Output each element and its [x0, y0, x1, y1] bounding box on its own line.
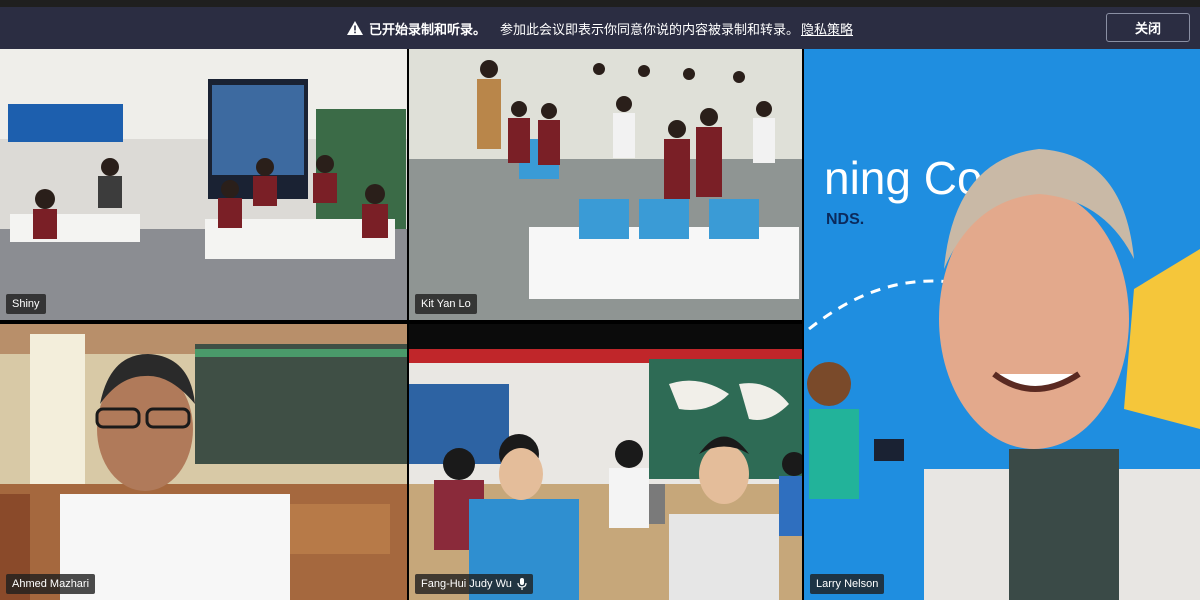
mic-icon: [517, 578, 527, 590]
recording-title: 已开始录制和听录。: [368, 21, 486, 37]
speaker-video-feed: ning Co tion NDS.: [804, 49, 1200, 600]
video-tile-larry-nelson[interactable]: ning Co tion NDS. Larry Nelson: [804, 49, 1200, 600]
participant-name-tag: Fang-Hui Judy Wu: [415, 574, 533, 594]
recording-banner: 已开始录制和听录。 参加此会议即表示你同意你说的内容被录制和转录。 隐私策略 关…: [0, 7, 1200, 49]
window-top-strip: [0, 0, 1200, 7]
participant-name: Shiny: [12, 298, 40, 310]
participant-name-tag: Kit Yan Lo: [415, 294, 477, 314]
classroom-video-feed: [0, 49, 407, 320]
video-tile-ahmed-mazhari[interactable]: Ahmed Mazhari: [0, 324, 407, 600]
participant-name: Larry Nelson: [816, 578, 879, 590]
speaker-video-feed: [0, 324, 407, 600]
students-video-feed: [409, 49, 802, 320]
privacy-policy-link[interactable]: 隐私策略: [801, 19, 853, 38]
participant-name-tag: Larry Nelson: [810, 574, 885, 594]
participant-name: Ahmed Mazhari: [12, 578, 90, 590]
backdrop-subtext: NDS.: [826, 211, 864, 228]
video-tile-shiny[interactable]: Shiny: [0, 49, 407, 320]
warning-icon: [346, 21, 363, 35]
recording-message: 参加此会议即表示你同意你说的内容被录制和转录。: [499, 21, 799, 37]
participant-name-tag: Ahmed Mazhari: [6, 574, 96, 594]
close-banner-button[interactable]: 关闭: [1106, 13, 1190, 42]
video-tile-kit-yan-lo[interactable]: Kit Yan Lo: [409, 49, 802, 320]
classroom-video-feed: [409, 324, 802, 600]
participant-name-tag: Shiny: [6, 294, 46, 314]
recording-notice: 已开始录制和听录。 参加此会议即表示你同意你说的内容被录制和转录。 隐私策略: [0, 7, 1200, 49]
video-tile-fang-hui-judy-wu[interactable]: Fang-Hui Judy Wu: [409, 324, 802, 600]
participant-name: Fang-Hui Judy Wu: [421, 578, 512, 590]
participant-name: Kit Yan Lo: [421, 298, 471, 310]
